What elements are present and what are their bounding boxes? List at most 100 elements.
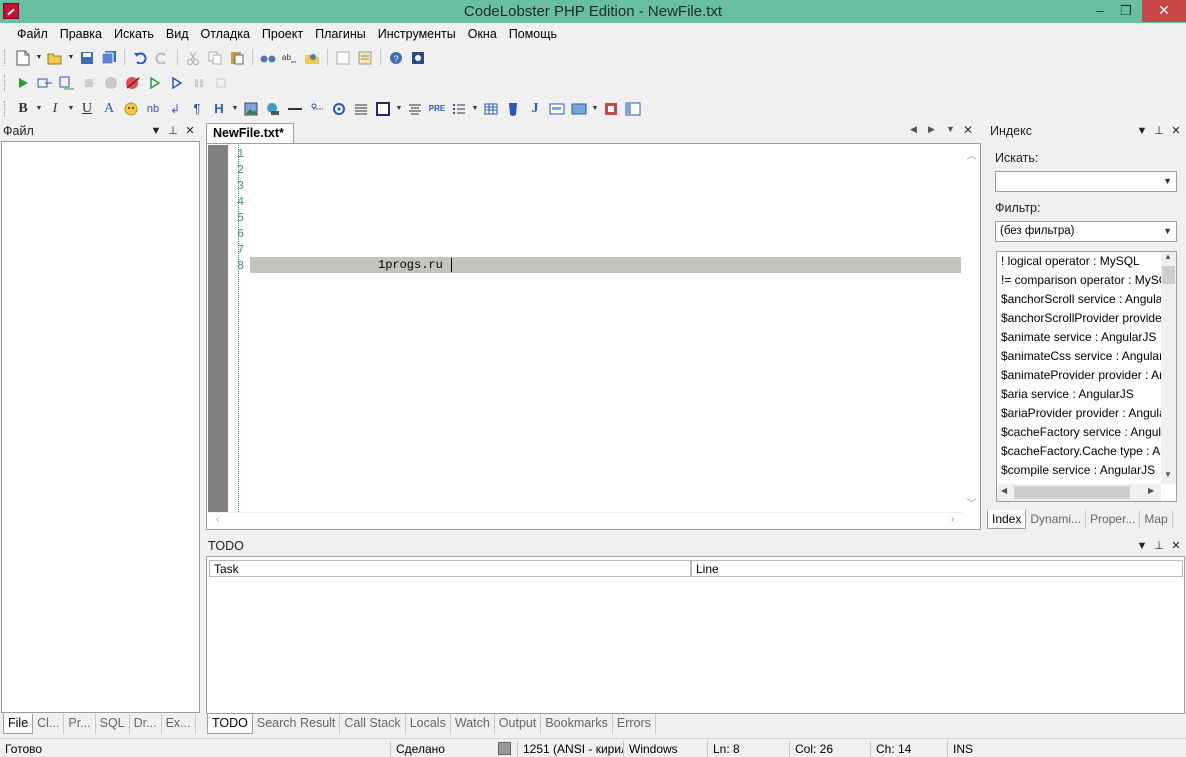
scroll-up-icon[interactable]: ▲ [1164, 252, 1172, 261]
status-line-endings[interactable]: Windows [623, 741, 707, 757]
table-icon[interactable] [481, 99, 501, 119]
chevron-down-icon[interactable]: ▼ [395, 105, 403, 112]
indent-icon[interactable] [333, 48, 353, 68]
tab-dynamic-help[interactable]: Dynami... [1026, 510, 1087, 529]
chevron-down-icon[interactable]: ▼ [67, 54, 75, 61]
tab-next-icon[interactable]: ▶ [928, 124, 935, 135]
tab-locals[interactable]: Locals [406, 714, 451, 734]
list-item[interactable]: $animateCss service : AngularJS [997, 347, 1161, 366]
scroll-left-icon[interactable]: ‹ [210, 514, 225, 525]
list-item[interactable]: $animateProvider provider : AngularJS [997, 366, 1161, 385]
find-icon[interactable] [258, 48, 278, 68]
chevron-down-icon[interactable]: ▼ [35, 105, 43, 112]
menu-view[interactable]: Вид [160, 23, 195, 45]
run-to-cursor-icon[interactable] [167, 73, 187, 93]
tab-map[interactable]: Map [1140, 510, 1173, 529]
link-icon[interactable] [263, 99, 283, 119]
tab-index[interactable]: Index [987, 510, 1027, 529]
open-folder-icon[interactable] [45, 48, 65, 68]
new-file-icon[interactable] [13, 48, 33, 68]
list-item[interactable]: $animate service : AngularJS [997, 328, 1161, 347]
code-line-text[interactable]: 1progs.ru [378, 257, 443, 273]
chevron-down-icon[interactable]: ▼ [1163, 222, 1172, 241]
menu-project[interactable]: Проект [256, 23, 309, 45]
list-item[interactable]: $anchorScroll service : AngularJS [997, 290, 1161, 309]
tab-project[interactable]: Pr... [64, 714, 96, 734]
redo-icon[interactable] [152, 48, 172, 68]
list-item[interactable]: $compile service : AngularJS [997, 461, 1161, 480]
menu-debug[interactable]: Отладка [195, 23, 256, 45]
pause-icon[interactable] [189, 73, 209, 93]
save-icon[interactable] [77, 48, 97, 68]
document-icon[interactable] [355, 48, 375, 68]
toolbar-grip[interactable] [4, 74, 7, 91]
tab-todo[interactable]: TODO [207, 714, 253, 734]
paragraph-icon[interactable]: ¶ [187, 99, 207, 119]
nobr-icon[interactable]: nb [143, 99, 163, 119]
panel-menu-icon[interactable]: ▼ [1135, 538, 1149, 555]
font-icon[interactable]: A [99, 99, 119, 119]
find-in-files-icon[interactable] [302, 48, 322, 68]
panel-close-icon[interactable]: ✕ [183, 123, 197, 140]
italic-icon[interactable]: I [45, 99, 65, 119]
tab-close-icon[interactable]: ✕ [963, 123, 973, 137]
scroll-left-icon[interactable]: ◀ [1001, 486, 1007, 495]
column-header-line[interactable]: Line [691, 560, 1183, 577]
settings-icon[interactable] [408, 48, 428, 68]
list-item[interactable]: $aria service : AngularJS [997, 385, 1161, 404]
chevron-down-icon[interactable]: ▼ [231, 105, 239, 112]
chevron-down-icon[interactable]: ▼ [591, 105, 599, 112]
heading-icon[interactable]: H [209, 99, 229, 119]
column-header-task[interactable]: Task [209, 560, 691, 577]
scroll-up-icon[interactable]: ︿ [964, 147, 979, 162]
index-horizontal-scrollbar[interactable]: ◀ ▶ [997, 484, 1161, 501]
copy-icon[interactable] [205, 48, 225, 68]
scroll-right-icon[interactable]: › [945, 514, 960, 525]
list-item[interactable]: $cacheFactory service : AngularJS [997, 423, 1161, 442]
tab-prev-icon[interactable]: ◀ [910, 124, 917, 135]
panel-close-icon[interactable]: ✕ [1169, 123, 1183, 140]
tab-classes[interactable]: Cl... [33, 714, 65, 734]
step-over-icon[interactable] [57, 73, 77, 93]
pin-icon[interactable]: ⊥ [1152, 538, 1166, 555]
tab-call-stack[interactable]: Call Stack [340, 714, 406, 734]
scroll-thumb[interactable] [1014, 486, 1130, 499]
stop-icon[interactable] [79, 73, 99, 93]
editor-vertical-scrollbar[interactable]: ︿ ﹀ [963, 145, 980, 512]
code-editor[interactable]: 1 2 3 4 5 6 7 8 1progs.ru ︿ ﹀ ‹ › [206, 143, 981, 530]
input-icon[interactable] [569, 99, 589, 119]
list-item[interactable]: ! logical operator : MySQL [997, 252, 1161, 271]
minimize-button[interactable]: – [1086, 0, 1114, 22]
menu-search[interactable]: Искать [108, 23, 160, 45]
remove-breakpoints-icon[interactable] [123, 73, 143, 93]
chevron-down-icon[interactable]: ▼ [67, 105, 75, 112]
list-item[interactable]: != comparison operator : MySQL [997, 271, 1161, 290]
chevron-down-icon[interactable]: ▼ [1163, 172, 1172, 191]
pre-icon[interactable]: PRE [427, 99, 447, 119]
replace-icon[interactable]: ab [280, 48, 300, 68]
horizontal-rule-icon[interactable] [285, 99, 305, 119]
scroll-down-icon[interactable]: ﹀ [964, 495, 979, 510]
step-into-icon[interactable] [35, 73, 55, 93]
tab-output[interactable]: Output [495, 714, 542, 734]
maximize-button[interactable]: ❐ [1112, 0, 1140, 22]
layout-icon[interactable] [623, 99, 643, 119]
javascript-icon[interactable]: J [525, 99, 545, 119]
close-button[interactable]: ✕ [1142, 0, 1186, 22]
tab-explorer[interactable]: Ex... [162, 714, 196, 734]
tab-sql[interactable]: SQL [96, 714, 130, 734]
search-combobox[interactable]: ▼ [995, 171, 1177, 192]
list-icon[interactable] [449, 99, 469, 119]
help-icon[interactable]: ? [386, 48, 406, 68]
bold-icon[interactable]: B [13, 99, 33, 119]
filter-select[interactable]: (без фильтра) ▼ [995, 221, 1177, 242]
panel-menu-icon[interactable]: ▼ [149, 123, 163, 140]
chevron-down-icon[interactable]: ▼ [35, 54, 43, 61]
cut-icon[interactable] [183, 48, 203, 68]
menu-edit[interactable]: Правка [54, 23, 108, 45]
undo-icon[interactable] [130, 48, 150, 68]
save-all-icon[interactable] [99, 48, 119, 68]
scroll-right-icon[interactable]: ▶ [1148, 486, 1154, 495]
tab-search-result[interactable]: Search Result [253, 714, 341, 734]
continue-icon[interactable] [145, 73, 165, 93]
